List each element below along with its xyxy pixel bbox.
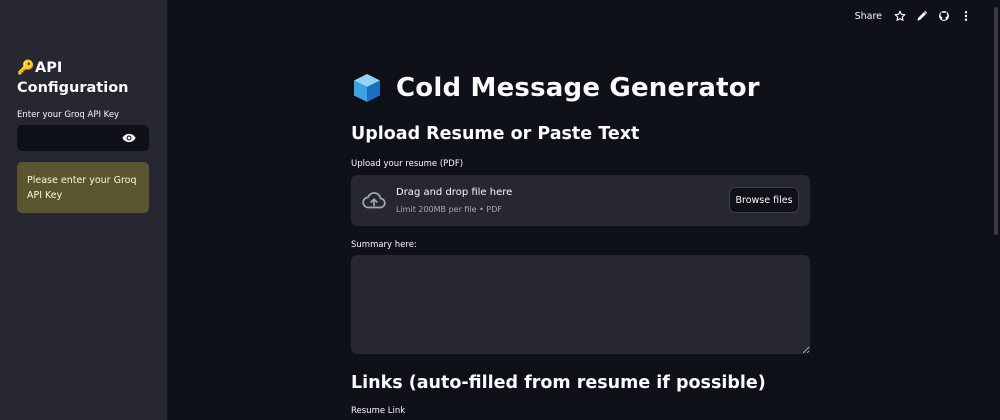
api-key-label: Enter your Groq API Key — [17, 110, 120, 120]
file-dropzone[interactable]: Drag and drop file here Limit 200MB per … — [351, 175, 810, 226]
browse-files-button[interactable]: Browse files — [729, 187, 799, 213]
github-icon[interactable] — [938, 10, 950, 22]
share-button[interactable]: Share — [855, 11, 882, 22]
sidebar: 🔑API Configuration Enter your Groq API K… — [0, 0, 167, 420]
key-icon: 🔑 — [17, 60, 35, 76]
summary-label: Summary here: — [351, 240, 417, 250]
summary-textarea[interactable] — [351, 255, 810, 354]
star-icon[interactable] — [894, 10, 906, 22]
app-root: 🔑API Configuration Enter your Groq API K… — [0, 0, 1000, 420]
cloud-upload-icon — [362, 192, 386, 209]
api-key-warning: Please enter your Groq API Key — [17, 162, 149, 213]
eye-icon[interactable] — [122, 132, 136, 144]
cube-icon — [354, 74, 380, 102]
toolbar: Share — [855, 9, 972, 23]
more-vertical-icon[interactable] — [960, 10, 972, 22]
scrollbar[interactable] — [994, 7, 998, 235]
resume-link-label: Resume Link — [351, 406, 406, 416]
page-title: Cold Message Generator — [396, 73, 760, 103]
dropzone-limit: Limit 200MB per file • PDF — [396, 205, 502, 214]
sidebar-title: 🔑API Configuration — [17, 58, 157, 98]
upload-section-title: Upload Resume or Paste Text — [351, 124, 640, 144]
title-row: Cold Message Generator — [351, 72, 760, 104]
upload-label: Upload your resume (PDF) — [351, 159, 464, 169]
edit-icon[interactable] — [916, 10, 928, 22]
api-key-field — [17, 125, 149, 151]
dropzone-text: Drag and drop file here — [396, 187, 513, 198]
links-section-title: Links (auto-filled from resume if possib… — [351, 373, 766, 393]
api-key-input[interactable] — [17, 125, 117, 151]
